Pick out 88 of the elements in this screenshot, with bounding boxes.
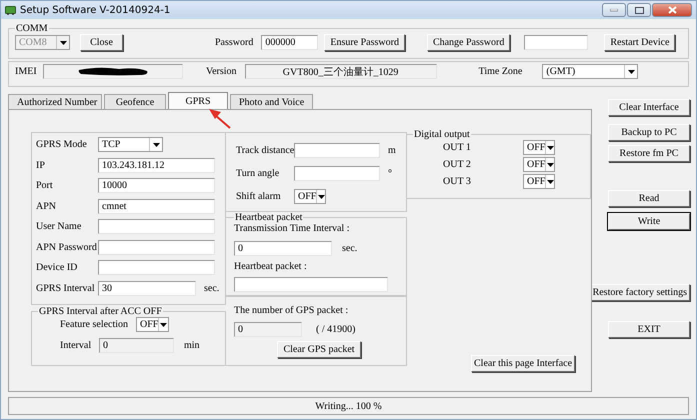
mode-dropdown[interactable]: TCP	[98, 137, 163, 152]
packet-field[interactable]	[234, 277, 388, 292]
dropdown-icon	[545, 158, 554, 171]
unit-label: sec.	[204, 282, 220, 294]
field-label: OUT 2	[443, 159, 472, 170]
text-field[interactable]	[98, 219, 215, 234]
close-button[interactable]	[652, 3, 692, 17]
version-field: GVT800_三个油量计_1029	[244, 64, 437, 79]
field-label: Turn angle	[236, 168, 280, 179]
dropdown-icon	[56, 36, 69, 49]
ensure-password-button[interactable]: Ensure Password	[324, 34, 405, 51]
field-label: Transmission Time Interval :	[234, 223, 350, 234]
tab[interactable]: Authorized Number	[8, 94, 102, 109]
field-label: OUT 1	[443, 142, 472, 153]
field-label: IP	[36, 160, 45, 170]
window-title: Setup Software V-20140924-1	[20, 4, 172, 16]
group-title: COMM	[15, 23, 49, 34]
side-button[interactable]: EXIT	[608, 321, 690, 338]
side-button[interactable]: Clear Interface	[608, 99, 690, 116]
output-dropdown[interactable]: OFF	[523, 157, 555, 172]
text-field[interactable]	[294, 166, 380, 181]
group-title: Heartbeat packet	[234, 212, 304, 223]
field-label: The number of GPS packet :	[234, 305, 348, 316]
field-label: Heartbeat packet :	[234, 261, 307, 272]
field-label: User Name	[36, 221, 82, 232]
field-label: Password	[215, 37, 254, 48]
timezone-dropdown[interactable]: (GMT)	[542, 64, 638, 79]
minimize-icon	[610, 8, 618, 12]
side-button[interactable]: Read	[608, 190, 690, 207]
field-label: Feature selection	[60, 319, 130, 330]
tab[interactable]: Photo and Voice	[230, 94, 314, 109]
restart-device-button[interactable]: Restart Device	[604, 34, 676, 51]
tab[interactable]: GPRS	[168, 92, 228, 109]
side-button[interactable]: Write	[608, 213, 690, 230]
field-label: APN Password	[36, 242, 97, 252]
output-dropdown[interactable]: OFF	[523, 140, 555, 155]
feature-dropdown[interactable]: OFF	[136, 317, 169, 332]
unit-label: °	[388, 168, 392, 179]
unit-label: min	[184, 340, 200, 351]
text-field[interactable]: 103.243.181.12	[98, 158, 215, 172]
dropdown-icon	[545, 175, 554, 188]
field-label: Port	[36, 180, 53, 191]
field-label: APN	[36, 200, 56, 212]
tab[interactable]: Geofence	[104, 94, 166, 109]
clear-page-button[interactable]: Clear this page Interface	[471, 355, 576, 372]
status-bar: Writing... 100 %	[8, 397, 689, 415]
field-label: GPRS Interval	[36, 282, 95, 294]
redaction-mark	[77, 67, 149, 76]
unit-label: m	[388, 145, 396, 156]
field-label: OUT 3	[443, 176, 472, 187]
dropdown-icon	[149, 138, 162, 151]
dropdown-icon	[624, 65, 638, 78]
dropdown-icon	[158, 318, 168, 331]
close-port-button[interactable]: Close	[80, 34, 123, 51]
text-field[interactable]: 30	[98, 280, 196, 296]
interval-field[interactable]: 0	[234, 241, 332, 256]
change-password-button[interactable]: Change Password	[426, 34, 510, 51]
output-dropdown[interactable]: OFF	[523, 174, 555, 189]
side-button[interactable]: Restore factory settings	[590, 284, 690, 301]
field-label: Interval	[60, 340, 92, 351]
total-label: ( / 41900)	[316, 324, 356, 335]
dropdown-icon	[545, 141, 554, 154]
text-field[interactable]	[98, 240, 215, 254]
text-field[interactable]: cmnet	[98, 198, 215, 214]
dropdown-icon	[316, 190, 325, 203]
text-field[interactable]	[294, 143, 380, 158]
field-label: IMEI	[15, 66, 38, 77]
text-field[interactable]: 10000	[98, 178, 215, 193]
maximize-button[interactable]	[627, 3, 651, 17]
alarm-dropdown[interactable]: OFF	[294, 189, 326, 204]
password-field[interactable]: 000000	[261, 35, 318, 50]
group-title: GPRS Interval after ACC OFF	[38, 306, 163, 317]
side-button[interactable]: Restore fm PC	[608, 145, 690, 162]
group-title: Digital output	[413, 129, 471, 140]
field-label: GPRS Mode	[36, 139, 87, 150]
arrow-icon	[206, 108, 232, 130]
unit-label: sec.	[342, 243, 358, 254]
close-icon	[668, 6, 676, 14]
new-password-field[interactable]	[524, 35, 588, 50]
field-label: Device ID	[36, 262, 78, 273]
field-label: Shift alarm	[236, 191, 281, 202]
text-field[interactable]	[98, 260, 215, 275]
field-label: Version	[206, 66, 237, 77]
maximize-icon	[634, 6, 644, 14]
field-label: Time Zone	[478, 66, 522, 77]
field-label: Track distance	[236, 145, 294, 156]
app-icon	[5, 5, 16, 15]
side-button[interactable]: Backup to PC	[608, 124, 690, 141]
